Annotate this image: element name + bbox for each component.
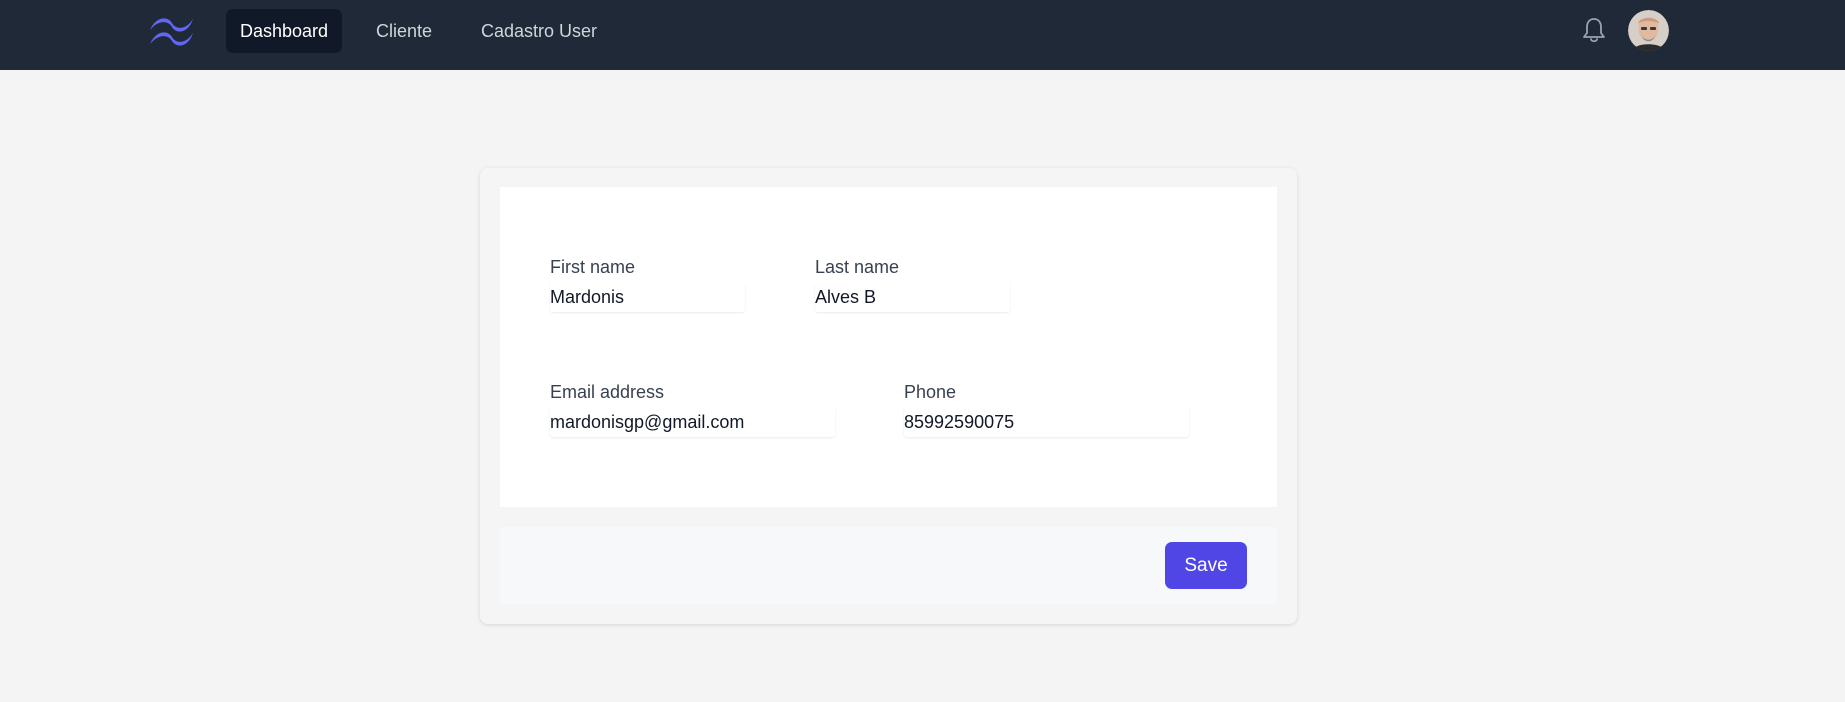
email-address-label: Email address — [550, 382, 665, 402]
first-name-input[interactable] — [550, 282, 745, 312]
top-navbar: Dashboard Cliente Cadastro User — [0, 0, 1845, 70]
nav-item-dashboard[interactable]: Dashboard — [226, 9, 343, 53]
bell-icon[interactable] — [1579, 15, 1609, 45]
email-address-input[interactable] — [550, 407, 835, 437]
nav-item-cliente[interactable]: Cliente — [362, 9, 446, 53]
last-name-input[interactable] — [815, 282, 1010, 312]
phone-label: Phone — [904, 382, 957, 402]
last-name-label: Last name — [815, 257, 900, 277]
user-avatar[interactable] — [1628, 10, 1669, 51]
form-footer: Save — [500, 527, 1277, 604]
phone-input[interactable] — [904, 407, 1189, 437]
first-name-label: First name — [550, 257, 636, 277]
wave-logo-icon[interactable] — [148, 14, 196, 48]
form-body: First name Last name Email address Phone — [500, 187, 1277, 507]
profile-form-card: First name Last name Email address Phone… — [480, 168, 1297, 624]
nav-item-cadastro-user[interactable]: Cadastro User — [467, 9, 611, 53]
save-button[interactable]: Save — [1165, 542, 1247, 589]
